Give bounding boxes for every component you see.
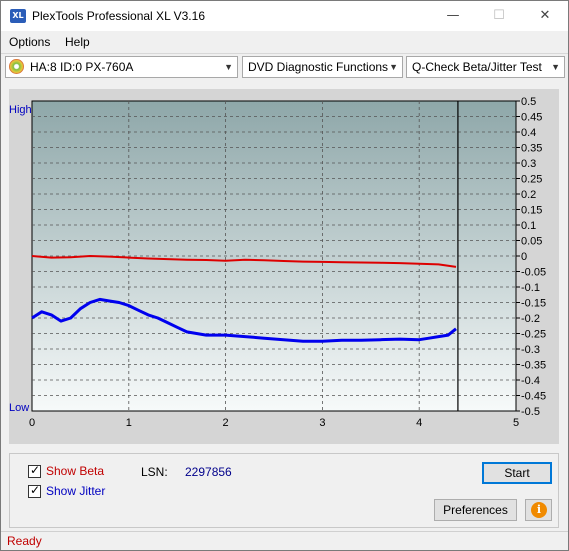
show-jitter-label: Show Jitter: [46, 484, 106, 498]
menu-bar: Options Help: [1, 32, 568, 52]
app-window: XL PlexTools Professional XL V3.16 — ☐ ✕…: [0, 0, 569, 551]
minimize-button[interactable]: —: [430, 1, 476, 31]
x-tick-labels: 0 1 2 3 4 5: [29, 417, 519, 429]
start-button[interactable]: Start: [482, 462, 552, 484]
checkbox-checked-icon[interactable]: [28, 483, 41, 498]
x-tick-label: 5: [513, 417, 519, 429]
y-tick-label: -0.1: [521, 282, 540, 294]
y-tick-label: -0.2: [521, 313, 540, 325]
y-tick-label: -0.4: [521, 375, 540, 387]
y-tick-label: -0.25: [521, 329, 546, 341]
y-low-label: Low: [9, 402, 29, 414]
y-tick-label: -0.45: [521, 391, 546, 403]
close-button[interactable]: ✕: [522, 1, 568, 31]
y-tick-label: 0.35: [521, 143, 542, 155]
info-button[interactable]: i: [525, 499, 552, 521]
toolbar: HA:8 ID:0 PX-760A ▼ DVD Diagnostic Funct…: [1, 53, 568, 80]
menu-options[interactable]: Options: [9, 35, 50, 49]
x-tick-label: 4: [416, 417, 422, 429]
x-tick-label: 3: [319, 417, 325, 429]
y-tick-label: 0.1: [521, 220, 536, 232]
status-text: Ready: [7, 534, 42, 548]
maximize-button[interactable]: ☐: [476, 1, 522, 31]
y-tick-label: 0.15: [521, 205, 542, 217]
y-tick-label: 0.5: [521, 96, 536, 108]
app-logo-icon: XL: [10, 9, 26, 23]
x-tick-label: 1: [126, 417, 132, 429]
drive-select-value: HA:8 ID:0 PX-760A: [30, 60, 134, 74]
y-tick-label: 0.45: [521, 112, 542, 124]
beta-jitter-chart: 012345 0.50.450.40.350.30.250.20.150.10.…: [9, 96, 546, 429]
chevron-down-icon: ▼: [551, 62, 560, 72]
y-tick-label: -0.15: [521, 298, 546, 310]
preferences-button[interactable]: Preferences: [434, 499, 517, 521]
test-select-value: Q-Check Beta/Jitter Test: [412, 60, 542, 74]
y-tick-label: 0.25: [521, 174, 542, 186]
chevron-down-icon: ▼: [389, 62, 398, 72]
chevron-down-icon: ▼: [224, 62, 233, 72]
lsn-value: 2297856: [185, 465, 232, 479]
function-select[interactable]: DVD Diagnostic Functions ▼: [242, 56, 403, 78]
menu-help[interactable]: Help: [65, 35, 90, 49]
y-tick-label: 0: [521, 251, 527, 263]
y-tick-label: 0.4: [521, 127, 536, 139]
function-select-value: DVD Diagnostic Functions: [248, 60, 389, 74]
test-select[interactable]: Q-Check Beta/Jitter Test ▼: [406, 56, 565, 78]
status-bar: Ready: [1, 531, 568, 550]
title-bar: XL PlexTools Professional XL V3.16 — ☐ ✕: [1, 1, 568, 31]
x-tick-label: 2: [223, 417, 229, 429]
y-tick-label: 0.2: [521, 189, 536, 201]
drive-select[interactable]: HA:8 ID:0 PX-760A ▼: [5, 56, 238, 78]
controls-panel: Show Beta Show Jitter LSN: 2297856 Start…: [9, 453, 559, 528]
y-tick-label: 0.05: [521, 236, 542, 248]
y-tick-label: -0.3: [521, 344, 540, 356]
lsn-label: LSN:: [141, 465, 168, 479]
y-tick-label: -0.5: [521, 406, 540, 418]
info-icon: i: [531, 502, 547, 518]
window-title: PlexTools Professional XL V3.16: [32, 9, 205, 23]
y-tick-label: -0.35: [521, 360, 546, 372]
checkbox-checked-icon[interactable]: [28, 463, 41, 478]
disc-icon: [9, 59, 24, 74]
y-tick-label: -0.05: [521, 267, 546, 279]
x-tick-label: 0: [29, 417, 35, 429]
y-tick-label: 0.3: [521, 158, 536, 170]
chart-panel: 012345 0.5 0.45 0.4 0.35 0.3 0.25 0.2 0.15 0.1 0.…: [9, 89, 559, 444]
y-tick-labels: 0.5 0.45 0.4 0.35 0.3 0.25 0.2 0.15 0.1 0.05 0 -0.0…: [516, 96, 546, 418]
show-beta-label: Show Beta: [46, 464, 105, 478]
y-high-label: High: [9, 104, 32, 116]
